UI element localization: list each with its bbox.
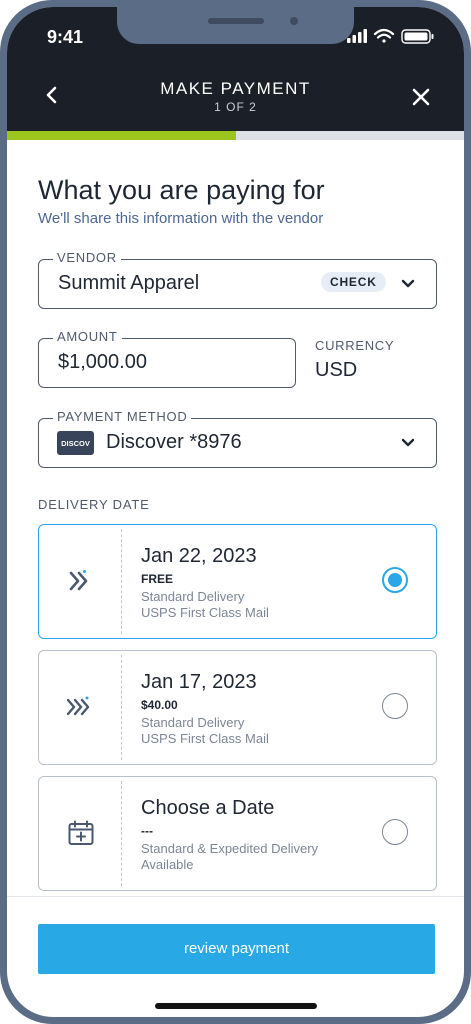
currency-label: CURRENCY bbox=[315, 338, 395, 353]
delivery-type: Standard Delivery bbox=[141, 589, 245, 604]
option-divider bbox=[121, 655, 122, 760]
delivery-price: --- bbox=[141, 824, 153, 838]
progress-bar bbox=[7, 131, 464, 140]
payment-method-select[interactable]: PAYMENT METHOD DISCOV Discover *8976 bbox=[38, 409, 437, 468]
payment-method-value: Discover *8976 bbox=[106, 431, 242, 453]
delivery-date: Choose a Date bbox=[141, 797, 275, 819]
status-icons bbox=[347, 28, 434, 44]
vendor-label: VENDOR bbox=[53, 250, 121, 265]
delivery-date-label: DELIVERY DATE bbox=[38, 497, 150, 512]
amount-field[interactable]: AMOUNT $1,000.00 bbox=[38, 329, 296, 388]
delivery-price: FREE bbox=[141, 572, 174, 586]
wifi-icon bbox=[373, 28, 395, 43]
delivery-carrier: USPS First Class Mail bbox=[141, 605, 269, 620]
delivery-option[interactable]: Choose a Date --- Standard & Expedited D… bbox=[38, 776, 437, 891]
chevron-down-icon bbox=[401, 279, 415, 288]
delivery-option[interactable]: Jan 22, 2023 FREE Standard Delivery USPS… bbox=[38, 524, 437, 639]
close-icon[interactable] bbox=[411, 87, 431, 107]
delivery-date: Jan 17, 2023 bbox=[141, 671, 257, 693]
payment-type-badge: CHECK bbox=[321, 272, 386, 292]
delivery-type: Standard & Expedited Delivery bbox=[141, 841, 319, 856]
delivery-option[interactable]: Jan 17, 2023 $40.00 Standard Delivery US… bbox=[38, 650, 437, 765]
device-frame: 9:41 MAKE PAYMENT 1 OF 2 What you are pa… bbox=[0, 0, 471, 1024]
chevron-down-icon bbox=[401, 438, 415, 447]
page-title: MAKE PAYMENT bbox=[160, 79, 311, 98]
delivery-radio[interactable] bbox=[382, 819, 408, 845]
delivery-availability: Available bbox=[141, 857, 194, 872]
option-divider bbox=[121, 529, 122, 634]
triple-chevron-right-icon bbox=[67, 696, 90, 716]
delivery-price: $40.00 bbox=[141, 698, 178, 712]
double-chevron-right-icon bbox=[69, 570, 88, 591]
screen: 9:41 MAKE PAYMENT 1 OF 2 What you are pa… bbox=[7, 7, 464, 1017]
speaker-grille bbox=[208, 18, 264, 24]
delivery-radio[interactable] bbox=[382, 693, 408, 719]
vendor-select[interactable]: VENDOR Summit Apparel CHECK bbox=[38, 250, 437, 309]
amount-label: AMOUNT bbox=[53, 329, 122, 344]
status-time: 9:41 bbox=[47, 27, 84, 47]
delivery-radio[interactable] bbox=[382, 567, 408, 593]
progress-fill bbox=[7, 131, 236, 140]
calendar-add-icon bbox=[68, 820, 94, 845]
review-payment-button[interactable]: review payment bbox=[38, 924, 435, 974]
battery-icon bbox=[401, 29, 434, 44]
device-notch bbox=[117, 7, 354, 44]
top-header: 9:41 MAKE PAYMENT 1 OF 2 bbox=[7, 7, 464, 131]
discover-card-icon: DISCOV bbox=[57, 431, 94, 455]
delivery-carrier: USPS First Class Mail bbox=[141, 731, 269, 746]
currency-value: USD bbox=[315, 359, 358, 381]
delivery-type: Standard Delivery bbox=[141, 715, 245, 730]
front-camera bbox=[290, 17, 298, 25]
amount-value: $1,000.00 bbox=[58, 351, 147, 373]
card-logo-text: DISCOV bbox=[61, 439, 90, 448]
option-divider bbox=[121, 781, 122, 886]
section-subheading: We'll share this information with the ve… bbox=[38, 210, 324, 227]
section-heading: What you are paying for bbox=[38, 175, 325, 205]
delivery-date: Jan 22, 2023 bbox=[141, 545, 257, 567]
footer-divider bbox=[7, 896, 464, 897]
vendor-value: Summit Apparel bbox=[58, 272, 200, 294]
step-indicator: 1 OF 2 bbox=[214, 100, 257, 114]
home-indicator bbox=[155, 1003, 317, 1009]
signal-icon bbox=[347, 29, 367, 43]
payment-method-label: PAYMENT METHOD bbox=[53, 409, 192, 424]
